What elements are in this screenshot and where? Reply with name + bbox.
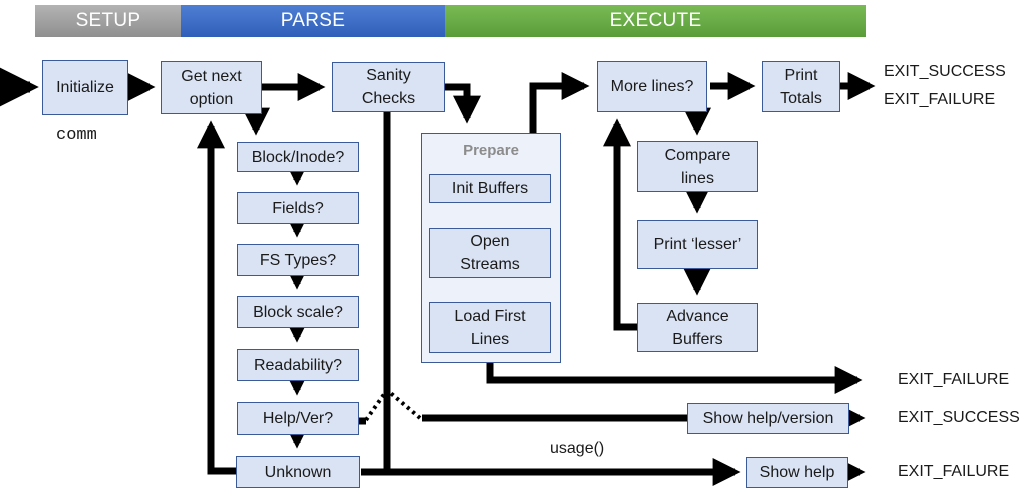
sanity-checks-box: Sanity Checks: [332, 62, 445, 112]
unknown-box: Unknown: [236, 456, 360, 488]
arrow-unknown-loop: [197, 120, 236, 475]
comm-label: comm: [56, 126, 97, 145]
totals-exit-success: EXIT_SUCCESS: [884, 63, 1006, 80]
arrow-prepare-to-morelines: [529, 72, 590, 133]
prepare-exit-failure: EXIT_FAILURE: [898, 371, 1010, 388]
load-first-lines-box: Load First Lines: [429, 302, 551, 353]
arrow-sanity-to-prepare: [445, 83, 481, 124]
arrow-prepare-to-exit-failure: [486, 362, 863, 394]
prepare-title: Prepare: [463, 142, 519, 159]
print-totals-box: Print Totals: [762, 61, 840, 112]
totals-exit-failure: EXIT_FAILURE: [884, 91, 996, 108]
readability-box: Readability?: [237, 349, 359, 381]
usage-label: usage(): [550, 440, 605, 457]
print-lesser-box: Print ‘lesser’: [637, 220, 758, 269]
get-next-option-box: Get next option: [161, 61, 262, 114]
block-inode-box: Block/Inode?: [237, 142, 359, 172]
fs-types-box: FS Types?: [237, 244, 359, 276]
unknown-exit-failure: EXIT_FAILURE: [898, 463, 1010, 480]
initialize-box: Initialize: [42, 60, 128, 115]
more-lines-box: More lines?: [597, 61, 707, 112]
help-ver-box: Help/Ver?: [237, 402, 359, 435]
dotted-bypass: [364, 387, 422, 422]
block-scale-box: Block scale?: [237, 296, 359, 328]
open-streams-box: Open Streams: [429, 228, 551, 278]
show-help-version-box: Show help/version: [687, 403, 849, 434]
fields-box: Fields?: [237, 192, 359, 224]
help-exit-success: EXIT_SUCCESS: [898, 409, 1020, 426]
advance-buffers-box: Advance Buffers: [637, 303, 758, 352]
show-help-box: Show help: [746, 457, 848, 488]
arrow-advance-loop: [603, 118, 637, 331]
init-buffers-box: Init Buffers: [429, 174, 551, 203]
compare-lines-box: Compare lines: [637, 141, 758, 192]
